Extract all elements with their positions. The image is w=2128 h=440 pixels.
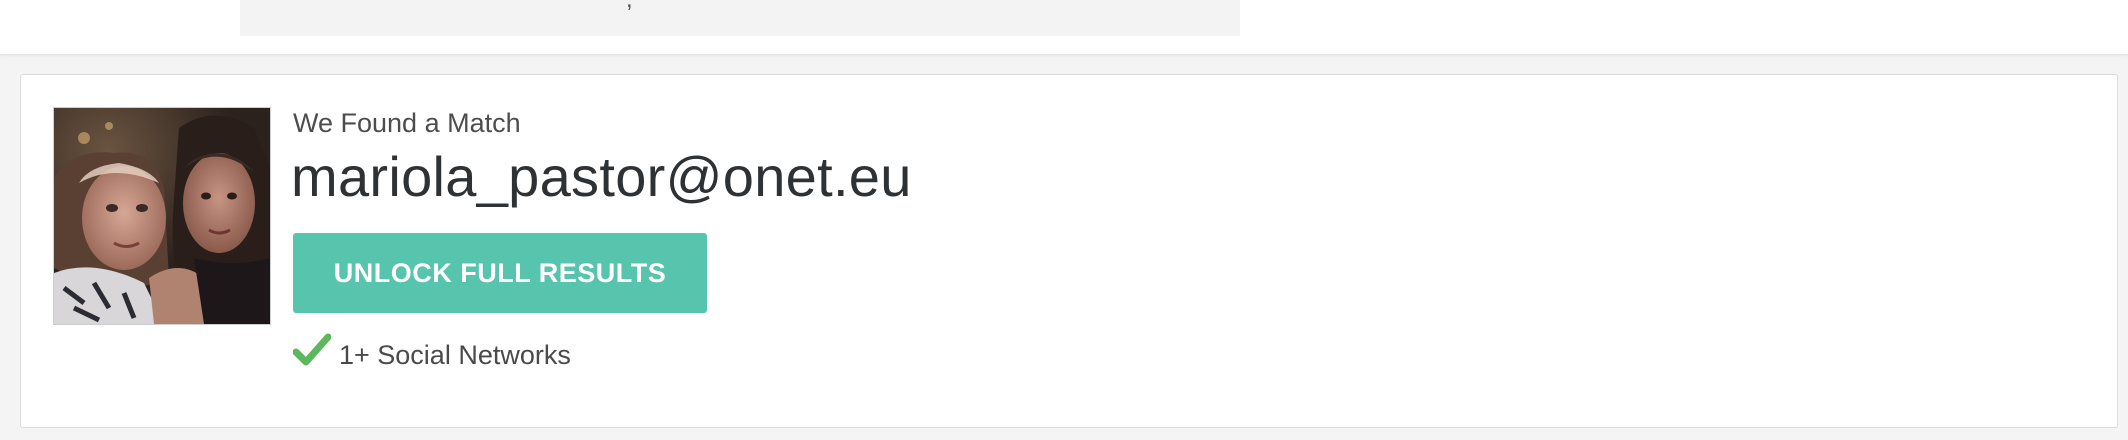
top-header-band: , — [0, 0, 2128, 55]
match-heading: We Found a Match — [293, 108, 521, 138]
feature-label: 1+ Social Networks — [339, 339, 571, 370]
profile-photo-image — [54, 108, 270, 324]
checkmark-icon — [292, 333, 332, 369]
cropped-text-fragment: , — [626, 0, 633, 14]
top-search-panel: , — [240, 0, 1240, 36]
profile-photo — [53, 107, 271, 325]
matched-email: mariola_pastor@onet.eu — [291, 145, 912, 208]
unlock-full-results-button[interactable]: UNLOCK FULL RESULTS — [293, 233, 707, 313]
match-result-card: We Found a Match mariola_pastor@onet.eu … — [20, 74, 2118, 428]
feature-item-social-networks: 1+ Social Networks — [292, 331, 571, 371]
